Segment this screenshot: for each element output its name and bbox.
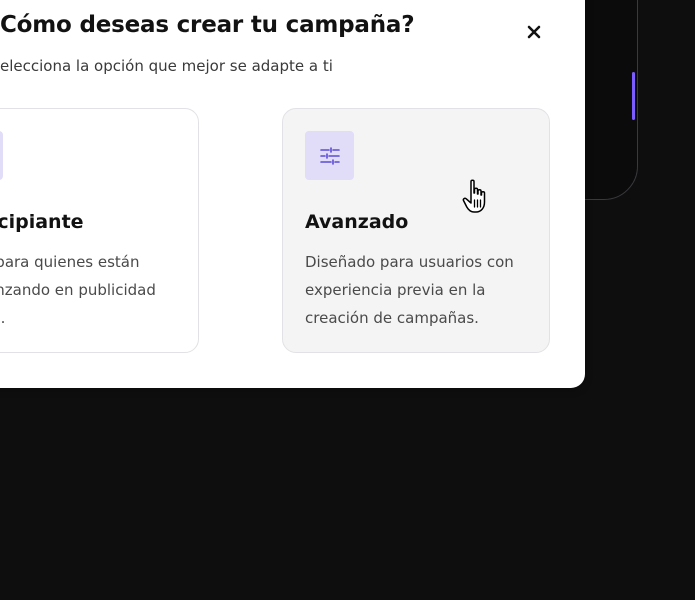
option-title-advanced: Avanzado	[305, 211, 409, 233]
option-title-beginner: Principiante	[0, 211, 84, 233]
advanced-icon-tile	[305, 131, 354, 180]
page-background: Cómo deseas crear tu campaña? elecciona …	[0, 0, 695, 600]
background-accent-line	[632, 72, 635, 120]
modal-title: Cómo deseas crear tu campaña?	[0, 12, 415, 38]
option-description-beginner: Ideal para quienes están comenzando en p…	[0, 253, 156, 327]
beginner-icon-tile	[0, 131, 3, 180]
campaign-type-modal: Cómo deseas crear tu campaña? elecciona …	[0, 0, 585, 388]
close-icon	[527, 25, 541, 39]
modal-subtitle: elecciona la opción que mejor se adapte …	[0, 57, 333, 75]
option-card-advanced[interactable]: Avanzado Diseñado para usuarios con expe…	[282, 108, 550, 353]
option-card-beginner[interactable]: Principiante Ideal para quienes están co…	[0, 108, 199, 353]
option-description-advanced: Diseñado para usuarios con experiencia p…	[305, 253, 514, 327]
close-button[interactable]	[522, 20, 546, 44]
sliders-icon	[319, 146, 340, 165]
